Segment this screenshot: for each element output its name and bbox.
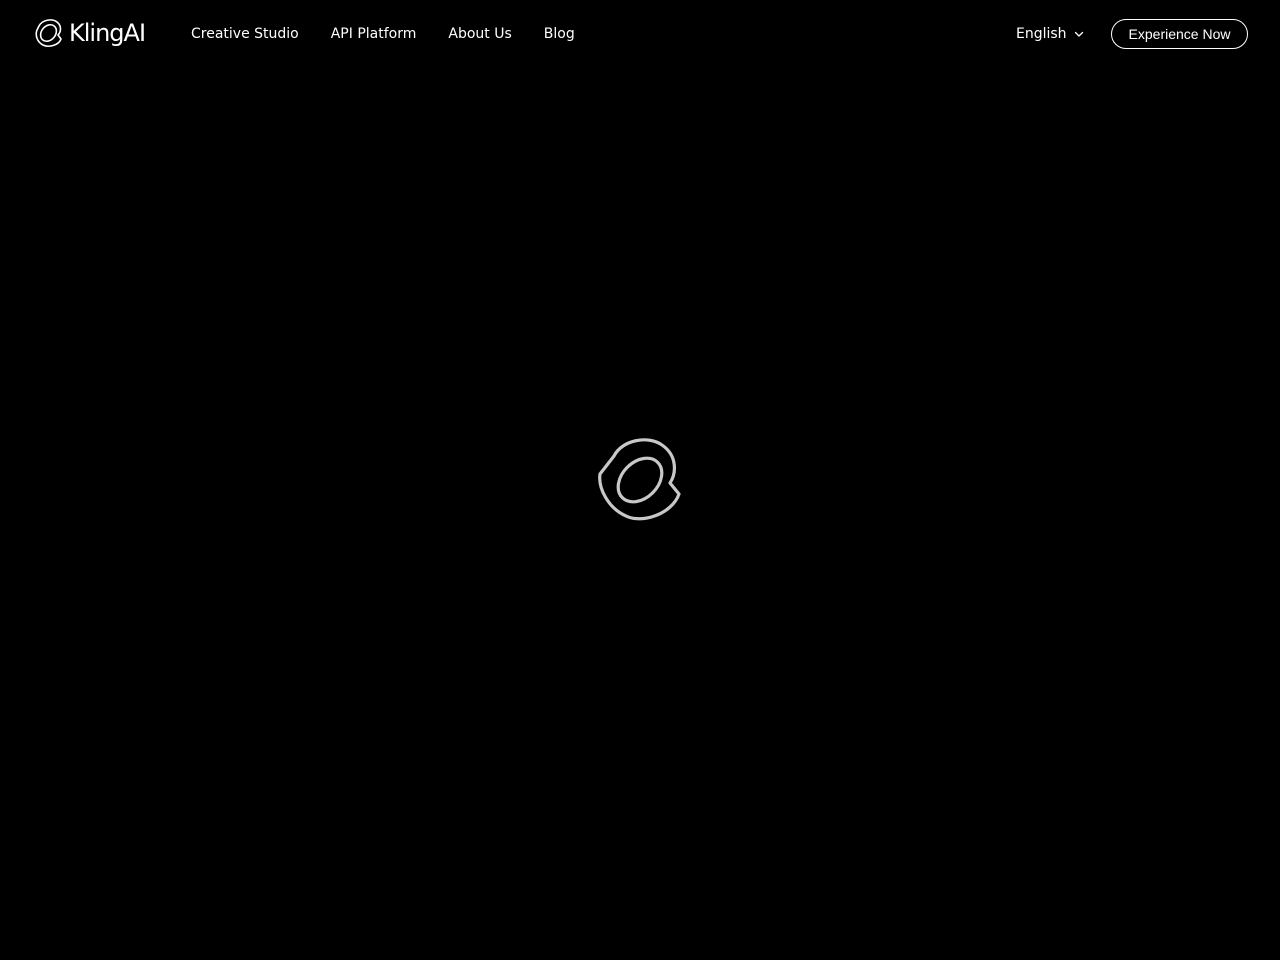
nav-item-blog[interactable]: Blog xyxy=(544,24,575,44)
nav-item-about-us[interactable]: About Us xyxy=(448,24,511,44)
main-nav: Creative Studio API Platform About Us Bl… xyxy=(191,24,607,44)
brand-name: KlingAI xyxy=(69,19,146,47)
kling-logo-loading-icon xyxy=(598,438,681,521)
nav-item-api-platform[interactable]: API Platform xyxy=(331,24,417,44)
top-navigation-bar: KlingAI Creative Studio API Platform Abo… xyxy=(0,0,1280,68)
language-label: English xyxy=(1016,26,1067,42)
home-logo-link[interactable]: KlingAI xyxy=(32,17,146,49)
chevron-down-icon xyxy=(1074,31,1083,37)
language-selector[interactable]: English xyxy=(1016,24,1085,44)
experience-now-button[interactable]: Experience Now xyxy=(1111,19,1248,49)
page: KlingAI Creative Studio API Platform Abo… xyxy=(0,0,1280,960)
nav-item-creative-studio[interactable]: Creative Studio xyxy=(191,24,299,44)
kling-logo-icon xyxy=(35,19,62,47)
